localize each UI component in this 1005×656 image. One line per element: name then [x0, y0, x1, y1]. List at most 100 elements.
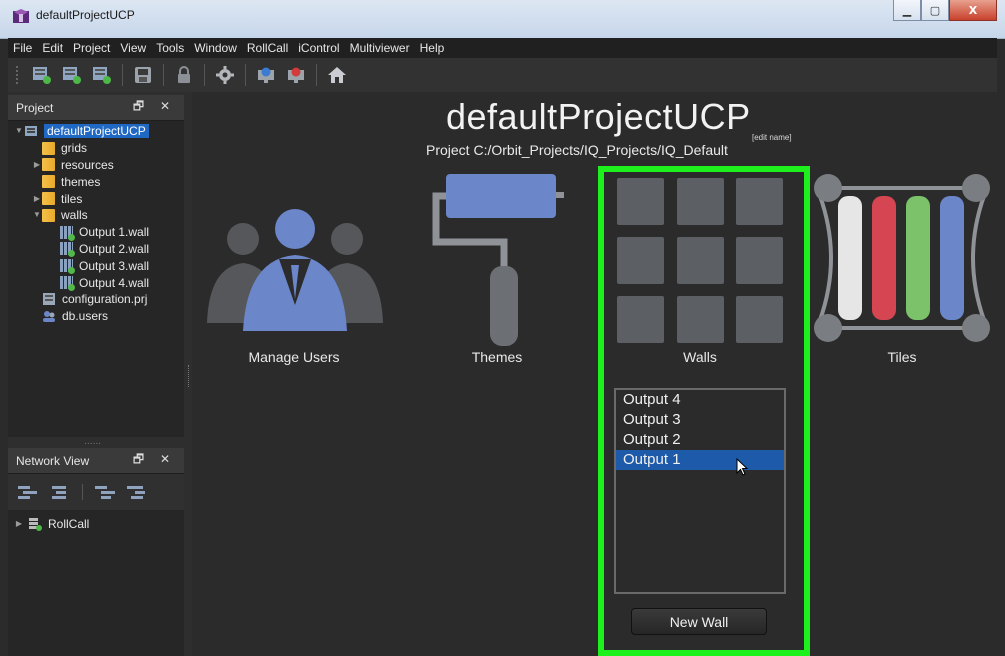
- panel-float-close-icons[interactable]: 🗗 ✕: [133, 450, 176, 471]
- menu-file[interactable]: File: [8, 41, 37, 55]
- collapse-all-icon[interactable]: [50, 485, 70, 499]
- tree-item-output-3-wall[interactable]: Output 3.wall: [8, 257, 184, 275]
- wall-tile: [677, 178, 724, 225]
- manage-users-icon[interactable]: [205, 205, 385, 345]
- tree-item-db-users[interactable]: db.users: [8, 308, 184, 325]
- tree-item-label: Output 3.wall: [79, 258, 150, 273]
- toolbar-separator: [245, 64, 246, 86]
- close-button[interactable]: X: [949, 0, 997, 21]
- panel-splitter-handle[interactable]: [188, 365, 191, 387]
- tree-item-output-2-wall[interactable]: Output 2.wall: [8, 241, 184, 258]
- tree-item-grids[interactable]: grids: [8, 140, 184, 157]
- tiles-icon[interactable]: [812, 172, 992, 347]
- tree-item-tiles[interactable]: ▶ tiles: [8, 190, 184, 207]
- wall-output-item[interactable]: Output 4: [616, 390, 784, 410]
- expand-arrow-icon[interactable]: ▶: [32, 194, 42, 204]
- tree-item-output-4-wall[interactable]: Output 4.wall: [8, 274, 184, 292]
- expand-arrow-icon[interactable]: ▶: [32, 160, 42, 170]
- tree-collapse-icon[interactable]: [127, 485, 147, 499]
- wall-output-item[interactable]: Output 2: [616, 430, 784, 450]
- expand-arrow-icon[interactable]: ▶: [14, 519, 24, 529]
- menu-window[interactable]: Window: [189, 41, 242, 55]
- project-tree: ▼ defaultProjectUCP grids ▶ resources themes ▶…: [8, 121, 184, 327]
- folder-icon: [42, 192, 55, 206]
- menu-tools[interactable]: Tools: [151, 41, 189, 55]
- wall-tile: [677, 296, 724, 343]
- wall-tile: [617, 237, 664, 284]
- toolbar-grip[interactable]: [16, 66, 22, 84]
- settings-icon[interactable]: [215, 65, 235, 85]
- maximize-button[interactable]: ▢: [921, 0, 949, 21]
- panel-float-close-icons[interactable]: 🗗 ✕: [133, 97, 176, 118]
- users-file-icon: [43, 311, 55, 323]
- wall-file-icon: [60, 242, 75, 258]
- toolbar-separator: [163, 64, 164, 86]
- tree-item-walls[interactable]: ▼ walls: [8, 207, 184, 224]
- menu-icontrol[interactable]: iControl: [293, 41, 344, 55]
- maximize-icon: ▢: [929, 3, 941, 17]
- expand-arrow-icon[interactable]: ▼: [32, 210, 42, 220]
- tree-item-configuration-prj[interactable]: configuration.prj: [8, 291, 184, 308]
- wall-file-icon: [60, 225, 75, 241]
- home-icon[interactable]: [327, 65, 347, 85]
- new-wall-icon[interactable]: [92, 65, 112, 85]
- menu-view[interactable]: View: [115, 41, 151, 55]
- project-name-title: defaultProjectUCP: [446, 96, 751, 137]
- toolbar-separator: [204, 64, 205, 86]
- folder-icon: [42, 208, 55, 222]
- tree-item-resources[interactable]: ▶ resources: [8, 157, 184, 174]
- menu-multiviewer[interactable]: Multiviewer: [345, 41, 415, 55]
- wall-output-item[interactable]: Output 3: [616, 410, 784, 430]
- tree-item-themes[interactable]: themes: [8, 173, 184, 190]
- panel-splitter-dots[interactable]: ......: [84, 437, 101, 447]
- tree-item-label: resources: [61, 157, 114, 172]
- save-icon[interactable]: [133, 65, 153, 85]
- close-icon: X: [968, 3, 978, 17]
- lock-icon[interactable]: [174, 65, 194, 85]
- folder-icon: [42, 141, 55, 155]
- walls-label[interactable]: Walls: [620, 349, 780, 365]
- new-wall-button[interactable]: New Wall: [631, 608, 767, 635]
- tree-item-label: db.users: [62, 309, 109, 324]
- config-file-icon: [43, 293, 55, 306]
- expand-all-icon[interactable]: [18, 485, 38, 499]
- tree-item-output-1-wall[interactable]: Output 1.wall: [8, 224, 184, 241]
- tree-item-defaultprojectucp[interactable]: ▼ defaultProjectUCP: [8, 123, 184, 140]
- mouse-cursor-icon: [736, 458, 749, 476]
- expand-arrow-icon[interactable]: ▼: [14, 126, 24, 136]
- project-panel-title: Project: [16, 100, 54, 115]
- themes-paint-roller-icon[interactable]: [428, 170, 568, 350]
- themes-label[interactable]: Themes: [417, 349, 577, 365]
- wall-output-item-selected[interactable]: Output 1: [616, 450, 784, 470]
- toolbar: [8, 58, 997, 92]
- tree-expand-icon[interactable]: [95, 485, 115, 499]
- window-title: defaultProjectUCP: [36, 8, 135, 22]
- toolbar-separator: [316, 64, 317, 86]
- wall-tile: [677, 237, 724, 284]
- project-panel: Project 🗗 ✕ ▼ defaultProjectUCP grids ▶ reso…: [8, 95, 184, 437]
- menu-edit[interactable]: Edit: [37, 41, 68, 55]
- folder-icon: [42, 175, 55, 189]
- tree-item-label: defaultProjectUCP: [44, 124, 149, 139]
- title-bar: defaultProjectUCP ▁ ▢ X: [0, 0, 1005, 39]
- app-logo-icon: [13, 9, 29, 23]
- project-panel-header: Project 🗗 ✕: [8, 95, 184, 121]
- wall-output-list: Output 4 Output 3 Output 2 Output 1: [614, 388, 786, 594]
- edit-name-link[interactable]: [edit name]: [752, 133, 792, 142]
- monitor-remove-icon[interactable]: [286, 65, 306, 85]
- menu-project[interactable]: Project: [68, 41, 115, 55]
- new-item-icon[interactable]: [62, 65, 82, 85]
- new-grid-icon[interactable]: [32, 65, 52, 85]
- manage-users-label[interactable]: Manage Users: [214, 349, 374, 365]
- network-tree-item-rollcall[interactable]: ▶ RollCall: [8, 516, 184, 533]
- menu-rollcall[interactable]: RollCall: [242, 41, 293, 55]
- menu-help[interactable]: Help: [415, 41, 450, 55]
- tiles-label[interactable]: Tiles: [822, 349, 982, 365]
- monitor-add-icon[interactable]: [256, 65, 276, 85]
- minimize-button[interactable]: ▁: [893, 0, 921, 21]
